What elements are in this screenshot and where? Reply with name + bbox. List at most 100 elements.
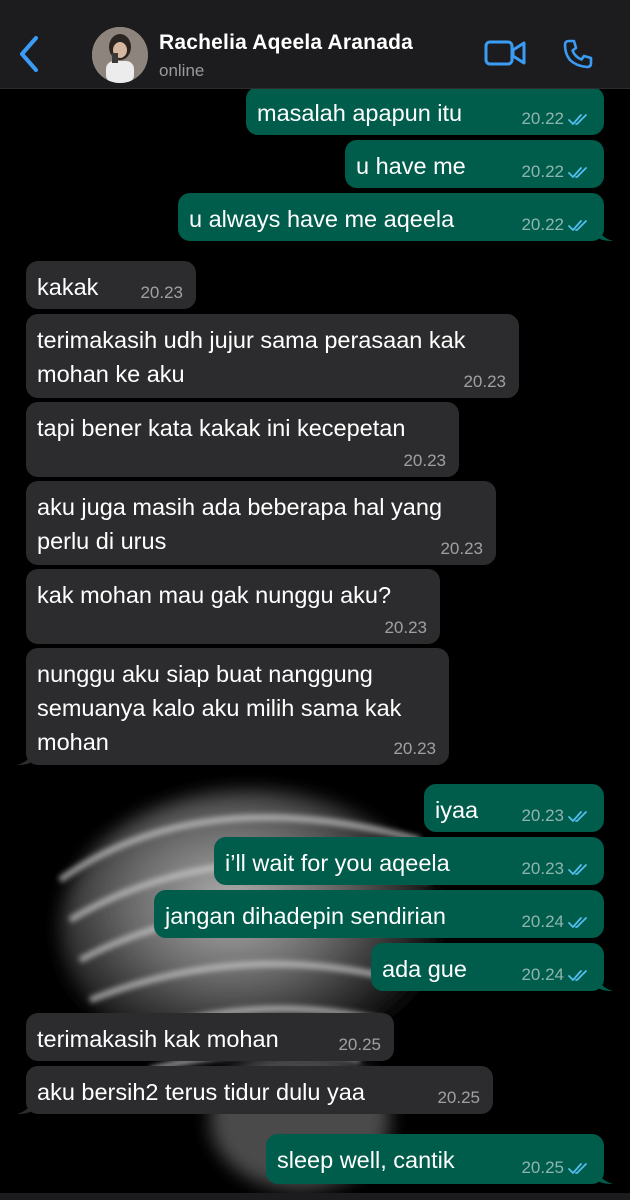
message-text: aku bersih2 terus tidur dulu yaa xyxy=(37,1075,365,1109)
message-meta: 20.22 xyxy=(521,162,592,182)
message-meta: 20.25 xyxy=(338,1035,381,1055)
outgoing-message[interactable]: u have me 20.22 xyxy=(345,140,604,188)
message-text-line: semuanya kalo aku milih sama kak xyxy=(37,695,402,721)
message-time: 20.25 xyxy=(437,1088,480,1107)
message-meta: 20.23 xyxy=(521,806,592,826)
message-time: 20.22 xyxy=(521,215,564,234)
message-meta: 20.23 xyxy=(521,859,592,879)
message-text: iyaa xyxy=(435,793,478,827)
outgoing-message[interactable]: ada gue 20.24 xyxy=(371,943,613,991)
incoming-message[interactable]: aku bersih2 terus tidur dulu yaa 20.25 xyxy=(17,1066,493,1114)
outgoing-message[interactable]: masalah apapun itu 20.22 xyxy=(246,87,604,135)
chat-header: Rachelia Aqeela Aranada online xyxy=(0,0,630,89)
message-text-line: kak mohan mau gak nunggu aku? xyxy=(37,582,392,608)
message-text: masalah apapun itu xyxy=(257,96,462,130)
avatar-photo xyxy=(92,27,148,83)
message-text: aku juga masih ada beberapa hal yang perl… xyxy=(37,490,442,558)
message-meta: 20.24 xyxy=(521,912,592,932)
message-time: 20.23 xyxy=(403,451,446,470)
incoming-message[interactable]: terimakasih udh jujur sama perasaan kak m… xyxy=(26,314,519,398)
read-ticks-icon xyxy=(568,916,587,928)
incoming-message[interactable]: nunggu aku siap buat nanggung semuanya ka… xyxy=(17,648,449,765)
outgoing-message[interactable]: jangan dihadepin sendirian 20.24 xyxy=(154,890,604,938)
message-text-line: u always have me aqeela xyxy=(189,206,455,232)
outgoing-message[interactable]: iyaa 20.23 xyxy=(424,784,604,832)
read-ticks-icon xyxy=(568,810,587,822)
message-time: 20.23 xyxy=(384,618,427,637)
message-text-line: u have me xyxy=(356,153,466,179)
message-time: 20.23 xyxy=(440,539,483,558)
message-meta: 20.23 xyxy=(440,539,483,559)
bubble-tail xyxy=(17,749,33,765)
message-meta: 20.24 xyxy=(521,965,592,985)
phone-icon[interactable] xyxy=(562,38,594,70)
outgoing-message[interactable]: u always have me aqeela 20.22 xyxy=(178,193,613,241)
message-time: 20.23 xyxy=(521,859,564,878)
read-ticks-icon xyxy=(568,1162,587,1174)
outgoing-message[interactable]: i’ll wait for you aqeela 20.23 xyxy=(214,837,604,885)
read-ticks-icon xyxy=(568,219,587,231)
read-ticks-icon xyxy=(568,863,587,875)
bubble-tail xyxy=(597,1168,613,1184)
message-text: terimakasih udh jujur sama perasaan kak m… xyxy=(37,323,465,391)
message-text-line: i’ll wait for you aqeela xyxy=(225,850,450,876)
message-text-line: ada gue xyxy=(382,956,467,982)
avatar[interactable] xyxy=(92,27,148,83)
incoming-message[interactable]: terimakasih kak mohan 20.25 xyxy=(26,1013,394,1061)
read-ticks-icon xyxy=(568,166,587,178)
message-time: 20.23 xyxy=(140,283,183,302)
message-text: u always have me aqeela xyxy=(189,202,454,236)
message-time: 20.25 xyxy=(521,1158,564,1177)
message-text: ada gue xyxy=(382,952,467,986)
message-time: 20.23 xyxy=(393,739,436,758)
contact-name[interactable]: Rachelia Aqeela Aranada xyxy=(159,31,413,55)
bubble-tail xyxy=(17,1098,33,1114)
message-meta: 20.22 xyxy=(521,109,592,129)
contact-status: online xyxy=(159,61,205,80)
message-text-line: mohan xyxy=(37,729,109,755)
message-meta: 20.25 xyxy=(521,1158,592,1178)
message-text: tapi bener kata kakak ini kecepetan xyxy=(37,411,405,445)
message-text-line: aku bersih2 terus tidur dulu yaa xyxy=(37,1079,365,1105)
incoming-message[interactable]: kak mohan mau gak nunggu aku? 20.23 xyxy=(26,569,440,644)
message-meta: 20.23 xyxy=(403,451,446,471)
message-meta: 20.25 xyxy=(437,1088,480,1108)
message-text-line: kakak xyxy=(37,274,99,300)
message-text: terimakasih kak mohan xyxy=(37,1022,279,1056)
message-meta: 20.23 xyxy=(140,283,183,303)
message-text: u have me xyxy=(356,149,466,183)
message-text: jangan dihadepin sendirian xyxy=(165,899,446,933)
chat-screen: Rachelia Aqeela Aranada online masalah a… xyxy=(0,0,630,1200)
message-text-line: mohan ke aku xyxy=(37,361,185,387)
message-meta: 20.23 xyxy=(384,618,427,638)
video-camera-icon[interactable] xyxy=(484,38,526,68)
read-ticks-icon xyxy=(568,969,587,981)
message-text-line: terimakasih kak mohan xyxy=(37,1026,279,1052)
message-time: 20.24 xyxy=(521,912,564,931)
message-text: kak mohan mau gak nunggu aku? xyxy=(37,578,391,612)
message-time: 20.22 xyxy=(521,162,564,181)
incoming-message[interactable]: kakak 20.23 xyxy=(26,261,196,309)
message-time: 20.23 xyxy=(521,806,564,825)
bubble-tail xyxy=(597,225,613,241)
message-text: nunggu aku siap buat nanggung semuanya ka… xyxy=(37,657,401,759)
message-text: i’ll wait for you aqeela xyxy=(225,846,450,880)
incoming-message[interactable]: tapi bener kata kakak ini kecepetan 20.23 xyxy=(26,402,459,477)
message-time: 20.22 xyxy=(521,109,564,128)
incoming-message[interactable]: aku juga masih ada beberapa hal yang perl… xyxy=(26,481,496,565)
message-meta: 20.22 xyxy=(521,215,592,235)
message-text-line: masalah apapun itu xyxy=(257,100,463,126)
message-text: kakak xyxy=(37,270,98,304)
chevron-left-icon[interactable] xyxy=(14,34,44,74)
message-time: 20.24 xyxy=(521,965,564,984)
message-meta: 20.23 xyxy=(463,372,506,392)
message-time: 20.25 xyxy=(338,1035,381,1054)
message-meta: 20.23 xyxy=(393,739,436,759)
message-text-line: sleep well, cantik xyxy=(277,1147,455,1173)
outgoing-message[interactable]: sleep well, cantik 20.25 xyxy=(266,1134,613,1184)
bubble-tail xyxy=(597,975,613,991)
message-text-line: aku juga masih ada beberapa hal yang xyxy=(37,494,443,520)
bottom-bar xyxy=(0,1193,630,1200)
message-text-line: perlu di urus xyxy=(37,528,167,554)
read-ticks-icon xyxy=(568,113,587,125)
